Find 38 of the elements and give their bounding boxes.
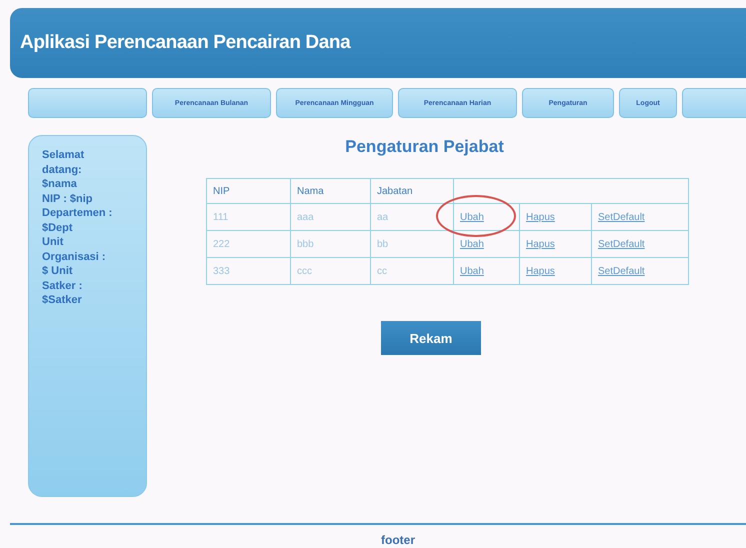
action-link[interactable]: Ubah	[460, 238, 484, 250]
column-header: Nama	[290, 178, 370, 204]
table-cell: cc	[370, 258, 454, 284]
nav-button[interactable]	[682, 88, 746, 118]
user-info-text: NIP : $nip	[42, 192, 94, 206]
action-link[interactable]: Ubah	[460, 266, 484, 276]
action-link[interactable]: Hapus	[526, 266, 555, 276]
user-info-text: $nama	[42, 177, 78, 192]
footer-text: footer	[380, 533, 416, 547]
table-cell: 333	[206, 258, 290, 284]
action-link[interactable]: SetDefault	[598, 212, 645, 222]
table-cell: 222	[206, 230, 290, 258]
user-info-text: $Satker	[42, 293, 83, 308]
column-header: Jabatan	[370, 178, 454, 204]
action-link[interactable]: Hapus	[526, 238, 555, 250]
action-link[interactable]: Hapus	[526, 212, 555, 222]
user-info-text: $ Unit	[42, 264, 74, 278]
nav-button[interactable]	[28, 88, 147, 118]
user-info-text: Departemen :	[42, 206, 114, 220]
user-info-text: Unit	[42, 235, 64, 250]
page-title: Pengaturan Pejabat	[344, 137, 505, 157]
action-link[interactable]: SetDefault	[598, 266, 645, 276]
table-cell: aaa	[290, 204, 370, 230]
action-link[interactable]: SetDefault	[598, 238, 645, 250]
table-cell: bb	[370, 230, 454, 258]
table-cell: aa	[370, 204, 454, 230]
table-cell: ccc	[290, 258, 370, 284]
app-title: Aplikasi Perencanaan Pencairan Dana	[20, 32, 350, 54]
table-cell: 111	[206, 204, 290, 230]
table-cell: bbb	[290, 230, 370, 258]
column-header: NIP	[206, 178, 290, 204]
user-info-text: $Dept	[42, 220, 74, 235]
user-info-text: Organisasi :	[42, 250, 107, 264]
user-info-text: Selamat	[42, 148, 86, 162]
user-info-text: datang:	[42, 162, 83, 177]
action-link[interactable]: Ubah	[460, 212, 484, 222]
save-button[interactable]: Rekam	[381, 321, 481, 355]
user-info-text: Satker :	[42, 278, 84, 293]
